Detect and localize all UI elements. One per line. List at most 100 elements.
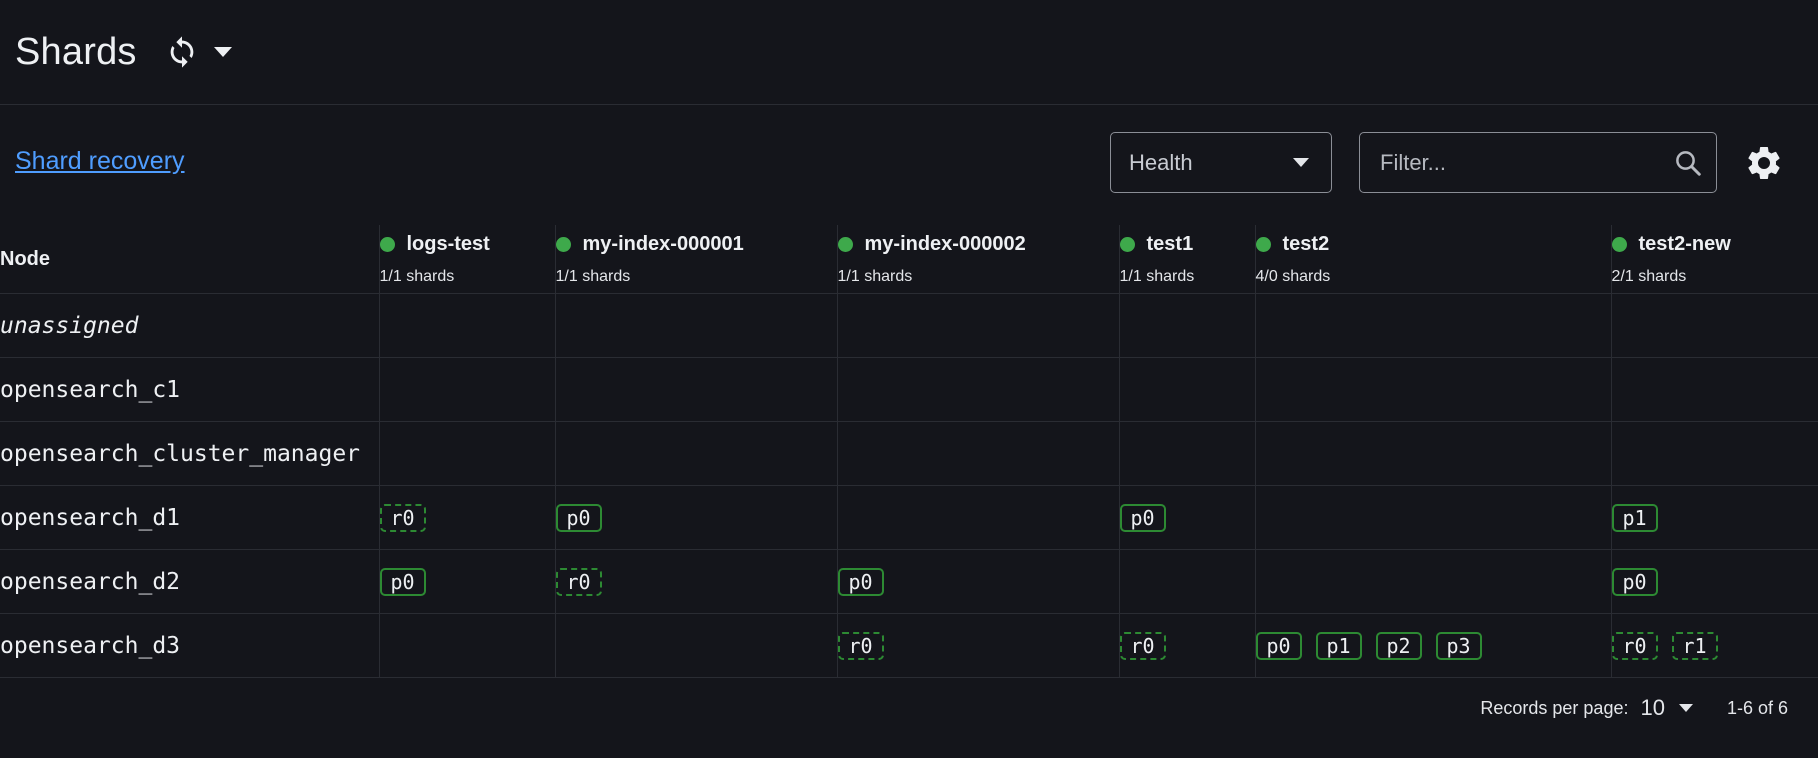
shard-cell: p0 <box>554 485 837 550</box>
index-name: my-index-000001 <box>582 232 744 255</box>
table-row: unassigned <box>0 293 1818 358</box>
shard-cell: p0 <box>378 549 555 614</box>
records-per-page-value: 10 <box>1640 695 1665 720</box>
index-shard-count: 1/1 shards <box>1119 267 1195 285</box>
refresh-button[interactable] <box>163 33 201 71</box>
replica-shard-badge[interactable]: r0 <box>1611 631 1658 660</box>
shard-cell <box>1118 421 1255 486</box>
shard-cell: r0 <box>836 613 1119 678</box>
health-status-dot <box>555 236 571 252</box>
index-column-header: test1 1/1 shards <box>1118 225 1255 294</box>
page-header: Shards <box>0 0 1818 105</box>
node-name: opensearch_c1 <box>0 357 379 422</box>
shard-cell: r0 <box>378 485 555 550</box>
pagination: Records per page: 10 1-6 of 6 <box>1480 695 1788 721</box>
shards-table: Node logs-test 1/1 shards my-index-000001 1… <box>0 225 1818 678</box>
replica-shard-badge[interactable]: r1 <box>1671 631 1718 660</box>
page-title: Shards <box>15 30 137 73</box>
primary-shard-badge[interactable]: p3 <box>1435 631 1482 660</box>
index-column-header: test2 4/0 shards <box>1254 225 1611 294</box>
shard-cell: r0 <box>1118 613 1255 678</box>
filter-field[interactable] <box>1359 132 1717 193</box>
shard-cell <box>1254 357 1611 422</box>
index-column-header: my-index-000002 1/1 shards <box>836 225 1119 294</box>
shard-cell: p0 <box>1118 485 1255 550</box>
shard-cell: r0 <box>554 549 837 614</box>
shard-cell: r0 r1 <box>1610 613 1818 678</box>
replica-shard-badge[interactable]: r0 <box>837 631 884 660</box>
filter-input[interactable] <box>1378 148 1670 177</box>
refresh-icon <box>170 36 193 68</box>
records-per-page-label: Records per page: <box>1480 697 1629 718</box>
shard-cell <box>1254 421 1611 486</box>
index-name: test2 <box>1282 232 1330 255</box>
caret-down-icon <box>213 47 232 57</box>
node-name: unassigned <box>0 293 379 358</box>
index-shard-count: 1/1 shards <box>837 267 913 285</box>
table-row: opensearch_c1 <box>0 357 1818 422</box>
health-status-dot <box>1119 236 1135 252</box>
primary-shard-badge[interactable]: p0 <box>555 503 602 532</box>
shard-cell <box>378 613 555 678</box>
shard-recovery-link[interactable]: Shard recovery <box>15 147 185 176</box>
index-name: test2-new <box>1638 232 1731 255</box>
shard-cell <box>378 421 555 486</box>
primary-shard-badge[interactable]: p1 <box>1315 631 1362 660</box>
search-icon <box>1670 148 1706 178</box>
shard-cell <box>378 293 555 358</box>
shard-cell: p1 <box>1610 485 1818 550</box>
health-status-dot <box>379 236 395 252</box>
settings-button[interactable] <box>1744 143 1784 183</box>
node-column-header: Node <box>0 225 379 294</box>
index-name: test1 <box>1146 232 1194 255</box>
shard-cell: p0 <box>836 549 1119 614</box>
node-name: opensearch_d3 <box>0 613 379 678</box>
health-status-dot <box>837 236 853 252</box>
records-per-page-select[interactable]: 10 <box>1640 695 1693 721</box>
health-status-dot <box>1255 236 1271 252</box>
shard-cell <box>1254 485 1611 550</box>
index-column-header: logs-test 1/1 shards <box>378 225 555 294</box>
toolbar: Shard recovery Health <box>0 105 1818 225</box>
primary-shard-badge[interactable]: p0 <box>837 567 884 596</box>
primary-shard-badge[interactable]: p2 <box>1375 631 1422 660</box>
replica-shard-badge[interactable]: r0 <box>379 503 426 532</box>
table-row: opensearch_d2 p0 r0 p0 p0 <box>0 549 1818 614</box>
health-select[interactable]: Health <box>1110 132 1332 193</box>
page-range: 1-6 of 6 <box>1726 697 1788 718</box>
shard-cell <box>1610 421 1818 486</box>
shard-cell <box>1254 293 1611 358</box>
health-select-label: Health <box>1129 149 1193 175</box>
primary-shard-badge[interactable]: p1 <box>1611 503 1658 532</box>
table-row: opensearch_d1 r0 p0 p0 p1 <box>0 485 1818 550</box>
table-row: opensearch_d3 r0 r0 p0 p1 p2 p3 r0 r1 <box>0 613 1818 678</box>
node-name: opensearch_cluster_manager <box>0 421 379 486</box>
node-name: opensearch_d2 <box>0 549 379 614</box>
index-shard-count: 1/1 shards <box>555 267 631 285</box>
primary-shard-badge[interactable]: p0 <box>1255 631 1302 660</box>
index-column-header: my-index-000001 1/1 shards <box>554 225 837 294</box>
shard-cell: p0 <box>1610 549 1818 614</box>
gear-icon <box>1748 146 1780 179</box>
shard-cell <box>554 613 837 678</box>
replica-shard-badge[interactable]: r0 <box>555 567 602 596</box>
primary-shard-badge[interactable]: p0 <box>1611 567 1658 596</box>
index-name: my-index-000002 <box>864 232 1026 255</box>
shard-cell <box>554 293 837 358</box>
shard-cell <box>1118 357 1255 422</box>
index-shard-count: 4/0 shards <box>1255 267 1331 285</box>
primary-shard-badge[interactable]: p0 <box>1119 503 1166 532</box>
shard-cell <box>1118 293 1255 358</box>
chevron-down-icon <box>1678 704 1693 712</box>
primary-shard-badge[interactable]: p0 <box>379 567 426 596</box>
shard-cell <box>1254 549 1611 614</box>
index-column-header: test2-new 2/1 shards <box>1610 225 1818 294</box>
shard-cell <box>836 293 1119 358</box>
refresh-options-dropdown[interactable] <box>209 33 237 71</box>
table-header-row: Node logs-test 1/1 shards my-index-000001 1… <box>0 225 1818 294</box>
shard-cell <box>836 485 1119 550</box>
replica-shard-badge[interactable]: r0 <box>1119 631 1166 660</box>
chevron-down-icon <box>1281 158 1321 167</box>
shard-cell <box>836 357 1119 422</box>
shard-cell <box>554 357 837 422</box>
